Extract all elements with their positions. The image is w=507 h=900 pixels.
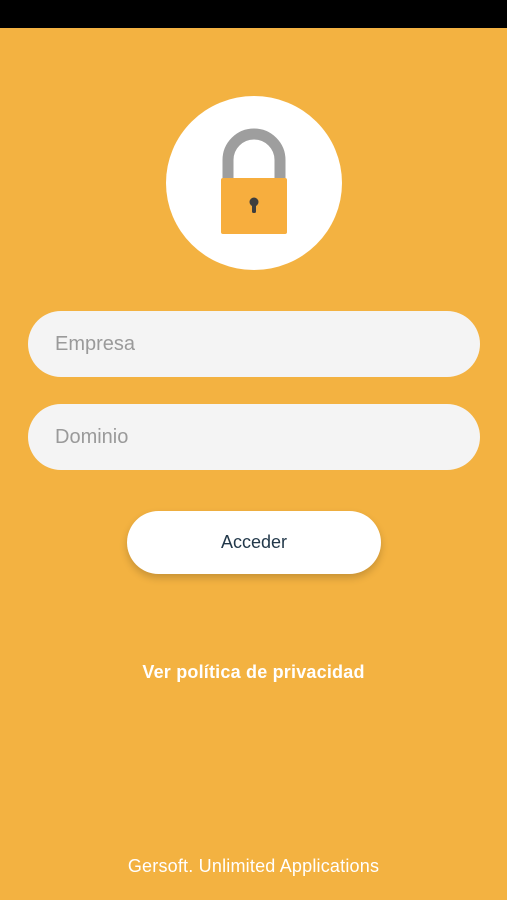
company-field[interactable]	[28, 311, 480, 377]
domain-input[interactable]	[55, 425, 453, 449]
company-input[interactable]	[55, 332, 453, 356]
login-screen: Acceder Ver política de privacidad Gerso…	[0, 0, 507, 900]
login-button[interactable]: Acceder	[127, 511, 381, 574]
domain-field[interactable]	[28, 404, 480, 470]
status-bar	[0, 0, 507, 28]
lock-icon	[221, 128, 287, 234]
lock-logo	[166, 96, 342, 270]
privacy-policy-link[interactable]: Ver política de privacidad	[0, 662, 507, 683]
footer-text: Gersoft. Unlimited Applications	[127, 856, 380, 876]
